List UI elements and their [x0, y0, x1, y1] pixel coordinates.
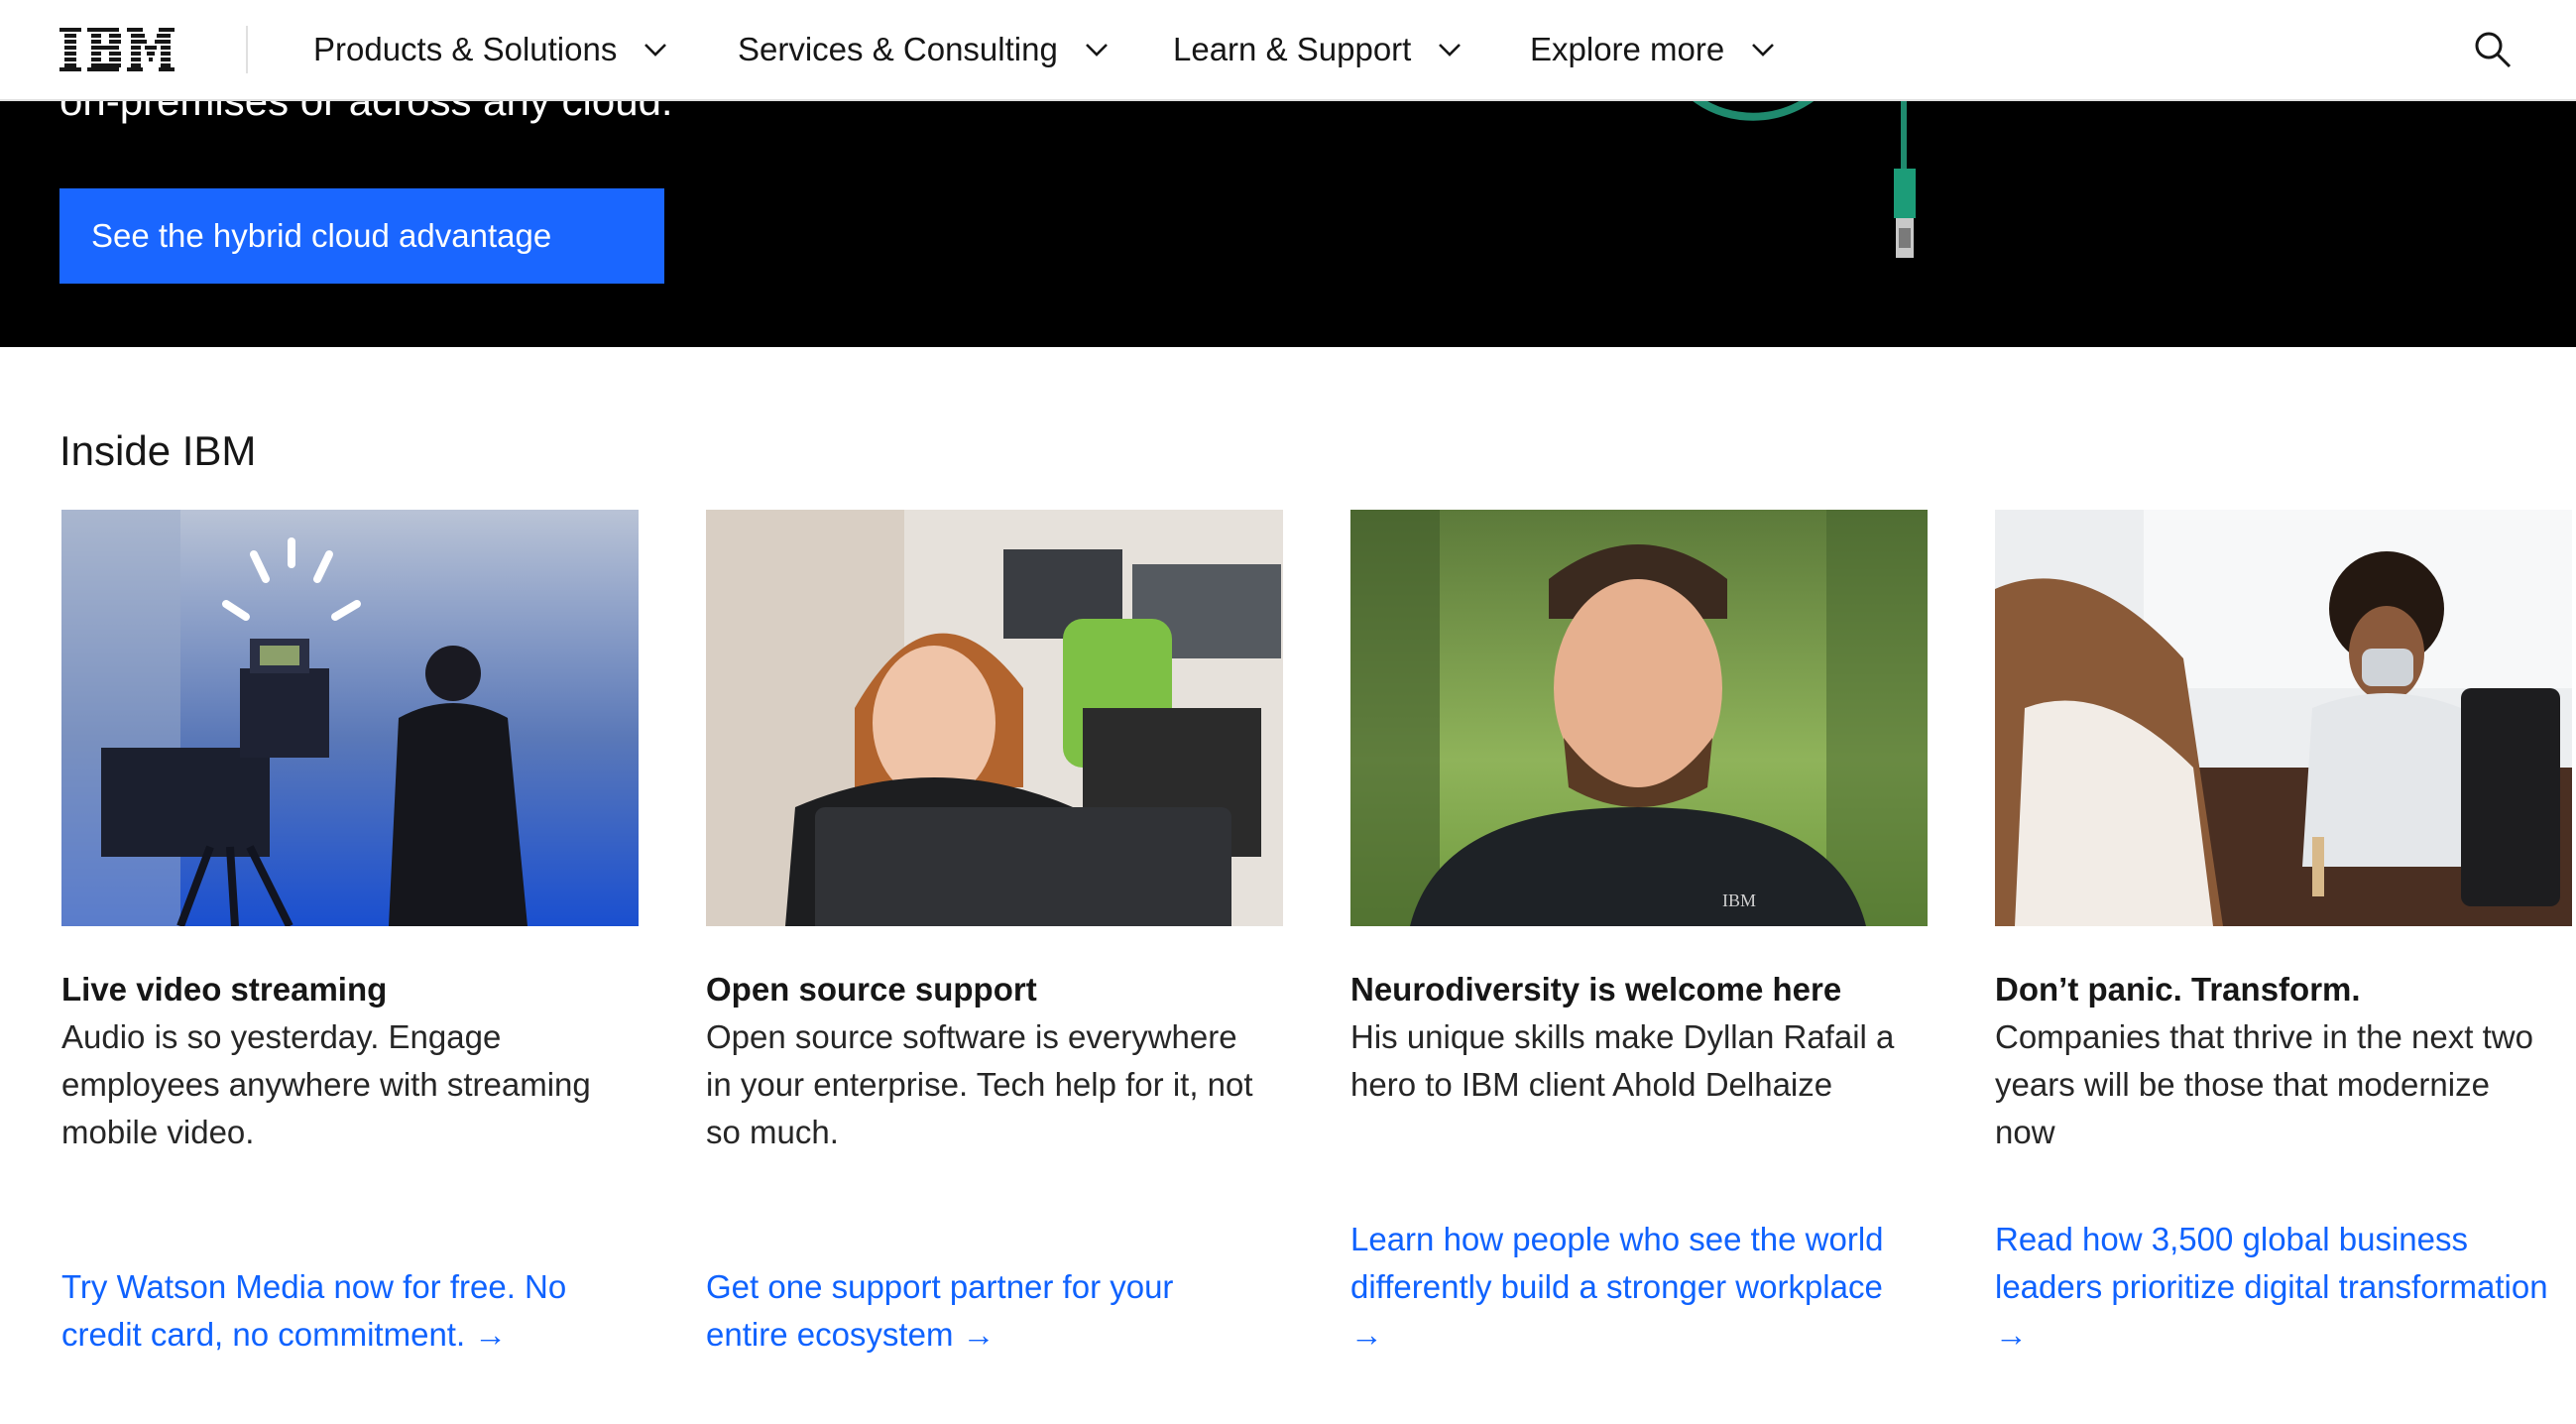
- portrait-photo: IBM: [1350, 510, 1928, 926]
- nav-label: Products & Solutions: [313, 31, 618, 67]
- card-description: His unique skills make Dyllan Rafail a h…: [1350, 1018, 1895, 1103]
- card-image[interactable]: [1995, 510, 2572, 926]
- card-dont-panic-transform: Don’t panic. Transform. Companies that t…: [1995, 510, 2572, 1402]
- nav-products-solutions[interactable]: Products & Solutions: [313, 0, 668, 99]
- top-navigation: Products & Solutions Services & Consulti…: [0, 0, 2576, 101]
- card-link[interactable]: Read how 3,500 global business leaders p…: [1995, 1216, 2550, 1359]
- card-description: Audio is so yesterday. Engage employees …: [61, 1018, 591, 1150]
- card-image[interactable]: IBM: [1350, 510, 1928, 926]
- card-title: Don’t panic. Transform.: [1995, 971, 2361, 1008]
- chevron-down-icon: [1439, 44, 1462, 57]
- nav-services-consulting[interactable]: Services & Consulting: [738, 0, 1110, 99]
- card-description: Open source software is everywhere in yo…: [706, 1018, 1253, 1150]
- nav-explore-more[interactable]: Explore more: [1530, 0, 1776, 99]
- chevron-down-icon: [644, 44, 667, 57]
- card-title: Live video streaming: [61, 971, 388, 1008]
- hybrid-cloud-cta-button[interactable]: See the hybrid cloud advantage: [59, 188, 664, 284]
- nav-label: Explore more: [1530, 31, 1725, 67]
- nav-learn-support[interactable]: Learn & Support: [1173, 0, 1463, 99]
- card-image[interactable]: [61, 510, 639, 926]
- nav-label: Learn & Support: [1173, 31, 1412, 67]
- card-live-video-streaming: Live video streaming Audio is so yesterd…: [61, 510, 639, 1402]
- camera-operator-photo: [61, 510, 639, 926]
- card-link[interactable]: Get one support partner for your entire …: [706, 1263, 1261, 1359]
- card-open-source-support: Open source support Open source software…: [706, 510, 1283, 1402]
- support-agent-photo: [706, 510, 1283, 926]
- nav-divider: [246, 26, 248, 73]
- chevron-down-icon: [1752, 44, 1775, 57]
- nav-label: Services & Consulting: [738, 31, 1058, 67]
- search-icon[interactable]: [2473, 30, 2513, 69]
- section-title: Inside IBM: [59, 426, 257, 474]
- card-link[interactable]: Learn how people who see the world diffe…: [1350, 1216, 1906, 1359]
- card-title: Neurodiversity is welcome here: [1350, 971, 1842, 1008]
- chevron-down-icon: [1085, 44, 1108, 57]
- card-link[interactable]: Try Watson Media now for free. No credit…: [61, 1263, 617, 1359]
- ibm-logo[interactable]: [59, 26, 178, 73]
- card-description: Companies that thrive in the next two ye…: [1995, 1018, 2533, 1150]
- card-image[interactable]: [706, 510, 1283, 926]
- meeting-photo: [1995, 510, 2572, 926]
- card-neurodiversity: IBM Neurodiversity is welcome here His u…: [1350, 510, 1928, 1402]
- card-title: Open source support: [706, 971, 1037, 1008]
- svg-text:IBM: IBM: [1722, 890, 1756, 910]
